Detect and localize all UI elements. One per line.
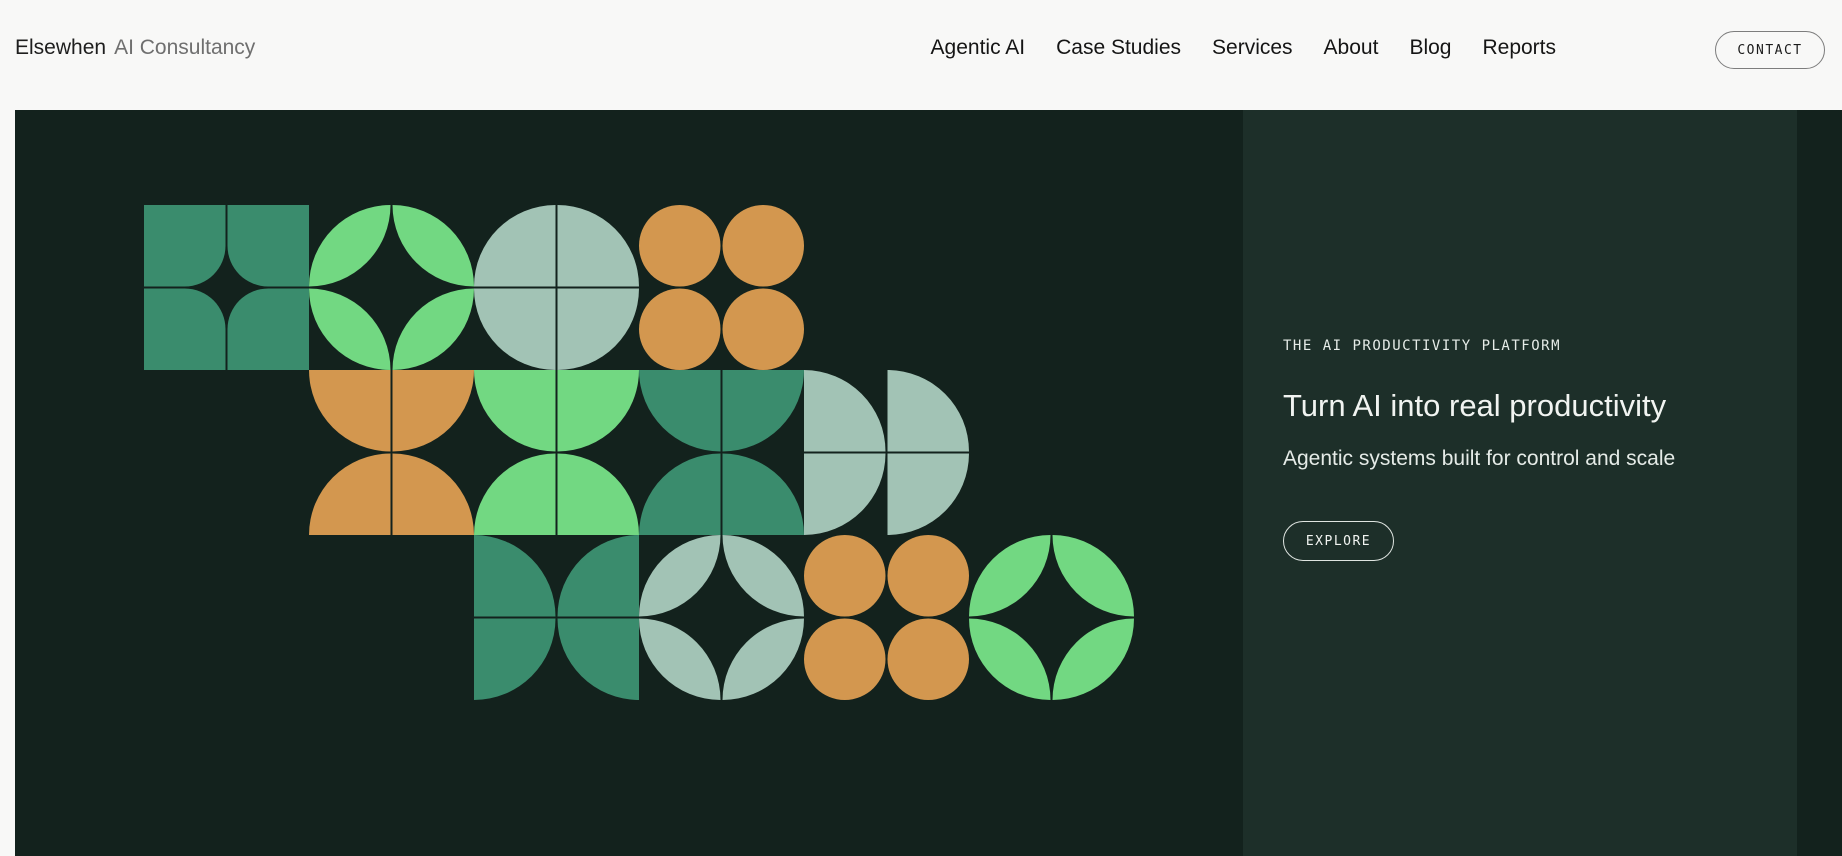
leaf-shape (1052, 618, 1134, 700)
geometric-pattern-illustration (144, 205, 1134, 700)
circle-shape (639, 205, 721, 287)
circle-shape (887, 618, 969, 700)
rounded-square-shape (144, 288, 226, 370)
quarter-pie-shape (557, 370, 639, 452)
quarter-pie-shape (557, 618, 639, 700)
quarter-pie-shape (474, 453, 556, 535)
leaf-shape (722, 535, 804, 617)
leaf-shape (392, 205, 474, 287)
circle-shape (722, 205, 804, 287)
leaf-shape (969, 618, 1051, 700)
leaf-shape (309, 205, 391, 287)
circle-shape (804, 618, 886, 700)
leaf-shape (639, 535, 721, 617)
hero-eyebrow: THE AI PRODUCTIVITY PLATFORM (1283, 338, 1562, 354)
leaf-shape (392, 288, 474, 370)
leaf-shape (969, 535, 1051, 617)
nav-link-case-studies[interactable]: Case Studies (1056, 36, 1181, 60)
leaf-shape (722, 618, 804, 700)
quarter-pie-shape (557, 535, 639, 617)
brand-name: Elsewhen (15, 36, 107, 59)
quarter-pie-shape (804, 370, 886, 452)
circle-shape (887, 535, 969, 617)
half-disc-shape (392, 370, 474, 452)
nav-link-blog[interactable]: Blog (1409, 36, 1451, 60)
leaf-shape (309, 288, 391, 370)
brand-subtitle: AI Consultancy (114, 36, 256, 59)
half-disc-shape (309, 370, 391, 452)
quarter-pie-shape (557, 453, 639, 535)
contact-button[interactable]: CONTACT (1715, 31, 1825, 69)
quarter-pie-shape (474, 370, 556, 452)
nav-link-agentic-ai[interactable]: Agentic AI (931, 36, 1026, 60)
explore-button[interactable]: EXPLORE (1283, 521, 1394, 561)
quarter-pie-shape (474, 535, 556, 617)
half-disc-shape (392, 453, 474, 535)
brand-logo[interactable]: Elsewhen AI Consultancy (15, 36, 255, 60)
rounded-square-shape (227, 205, 309, 287)
main-nav: Agentic AI Case Studies Services About B… (931, 36, 1556, 60)
circle-shape (804, 535, 886, 617)
quarter-pie-shape (804, 453, 886, 535)
hero-subline: Agentic systems built for control and sc… (1283, 447, 1676, 470)
quarter-pie-shape (474, 618, 556, 700)
circle-shape (722, 288, 804, 370)
rounded-square-shape (144, 205, 226, 287)
quarter-pie-shape (557, 205, 639, 287)
nav-link-reports[interactable]: Reports (1482, 36, 1556, 60)
rounded-square-shape (227, 288, 309, 370)
hero-headline: Turn AI into real productivity (1283, 388, 1667, 423)
leaf-shape (1052, 535, 1134, 617)
quarter-pie-shape (557, 288, 639, 370)
quarter-pie-shape (474, 205, 556, 287)
quarter-pie-shape (887, 370, 969, 452)
arch-quarter-shape (722, 453, 804, 535)
top-navigation-bar: Elsewhen AI Consultancy Agentic AI Case S… (0, 0, 1842, 110)
nav-link-services[interactable]: Services (1212, 36, 1293, 60)
hero-text-panel: THE AI PRODUCTIVITY PLATFORM Turn AI int… (1243, 110, 1797, 856)
arch-quarter-shape (639, 370, 721, 452)
leaf-shape (639, 618, 721, 700)
circle-shape (639, 288, 721, 370)
quarter-pie-shape (887, 453, 969, 535)
half-disc-shape (309, 453, 391, 535)
hero-section: THE AI PRODUCTIVITY PLATFORM Turn AI int… (15, 110, 1842, 856)
arch-quarter-shape (639, 453, 721, 535)
arch-quarter-shape (722, 370, 804, 452)
quarter-pie-shape (474, 288, 556, 370)
nav-link-about[interactable]: About (1324, 36, 1379, 60)
